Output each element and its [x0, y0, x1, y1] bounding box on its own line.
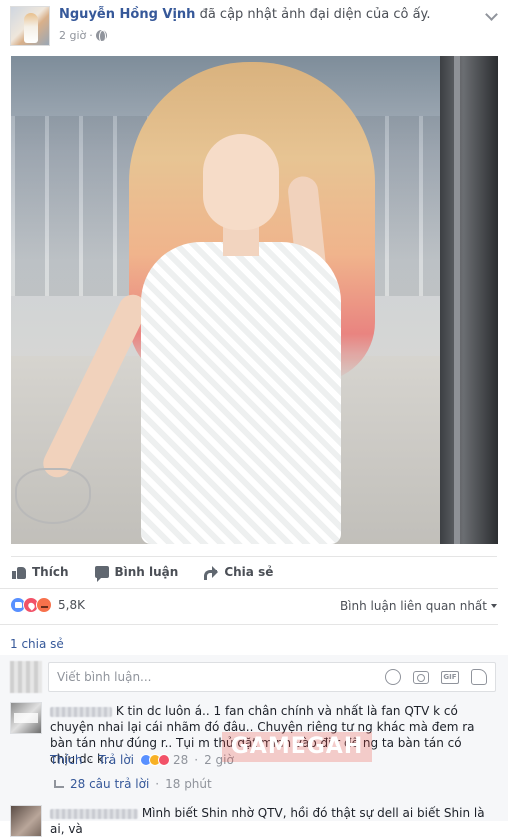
share-button[interactable]: Chia sẻ [202, 565, 274, 580]
like-label: Thích [32, 565, 69, 579]
comment-text: Mình biết Shin nhờ QTV, hồi đó thật sự d… [50, 805, 490, 837]
love-reaction-icon [158, 754, 170, 766]
author-name-link[interactable]: Nguyễn Hồng Vịnh [59, 7, 195, 22]
post-meta: 2 giờ · [59, 29, 107, 43]
comment-label: Bình luận [114, 565, 179, 579]
divider [0, 624, 498, 625]
comment-sort-label: Bình luận liên quan nhất [339, 599, 487, 613]
comment-actions: Thích · Trả lời 28 · 2 giờ [50, 753, 234, 767]
commenter-name-redacted[interactable] [50, 808, 138, 819]
comment-input[interactable]: Viết bình luận... GIF [48, 662, 496, 692]
site-watermark: GAMEGAH [222, 732, 372, 762]
comment-sort-dropdown[interactable]: Bình luận liên quan nhất [340, 599, 497, 613]
caret-down-icon [491, 604, 497, 608]
profile-photo[interactable] [11, 56, 498, 544]
commenter-name-redacted[interactable] [50, 706, 112, 717]
reaction-summary[interactable]: 5,8K [10, 597, 85, 613]
share-label: Chia sẻ [224, 565, 274, 579]
reaction-count: 5,8K [58, 598, 85, 612]
comment-reply-link[interactable]: Trả lời [98, 753, 134, 767]
emoji-icon[interactable] [385, 669, 401, 685]
camera-icon[interactable] [413, 670, 429, 684]
facebook-post-card: Nguyễn Hồng Vịnh đã cập nhật ảnh đại diệ… [0, 0, 508, 837]
share-count-link[interactable]: 1 chia sẻ [10, 637, 64, 651]
sticker-icon[interactable] [471, 669, 487, 685]
chevron-down-icon[interactable] [485, 8, 498, 21]
divider [11, 556, 497, 557]
commenter-avatar[interactable] [10, 702, 42, 734]
globe-icon[interactable] [95, 30, 107, 43]
post-header: Nguyễn Hồng Vịnh đã cập nhật ảnh đại diệ… [10, 4, 500, 48]
comment-button[interactable]: Bình luận [93, 565, 179, 582]
comment-like-link[interactable]: Thích [50, 753, 82, 767]
gif-icon[interactable]: GIF [441, 670, 459, 684]
angry-reaction-icon [36, 597, 52, 613]
comment-reaction-count: 28 [173, 753, 189, 767]
share-arrow-icon [204, 566, 219, 580]
speech-bubble-icon [94, 566, 109, 582]
comment-reactions[interactable] [140, 754, 170, 766]
view-replies[interactable]: 28 câu trả lời · 18 phút [54, 777, 212, 791]
composer-tools: GIF [385, 669, 487, 685]
post-headline: Nguyễn Hồng Vịnh đã cập nhật ảnh đại diệ… [59, 7, 431, 22]
post-time-link[interactable]: 2 giờ [59, 29, 86, 42]
commenter-avatar[interactable] [10, 805, 42, 837]
author-avatar[interactable] [10, 6, 50, 46]
post-action-bar: Thích Bình luận Chia sẻ [10, 558, 500, 586]
comment-placeholder: Viết bình luận... [57, 670, 152, 684]
like-button[interactable]: Thích [10, 565, 69, 579]
post-action-text: đã cập nhật ảnh đại diện của cô ấy. [199, 7, 431, 22]
reply-arrow-icon [54, 780, 64, 788]
thumbs-up-icon [12, 566, 26, 579]
current-user-avatar [10, 661, 42, 693]
divider [0, 588, 498, 589]
replies-count-link[interactable]: 28 câu trả lời [70, 777, 149, 791]
replies-time: 18 phút [165, 777, 212, 791]
